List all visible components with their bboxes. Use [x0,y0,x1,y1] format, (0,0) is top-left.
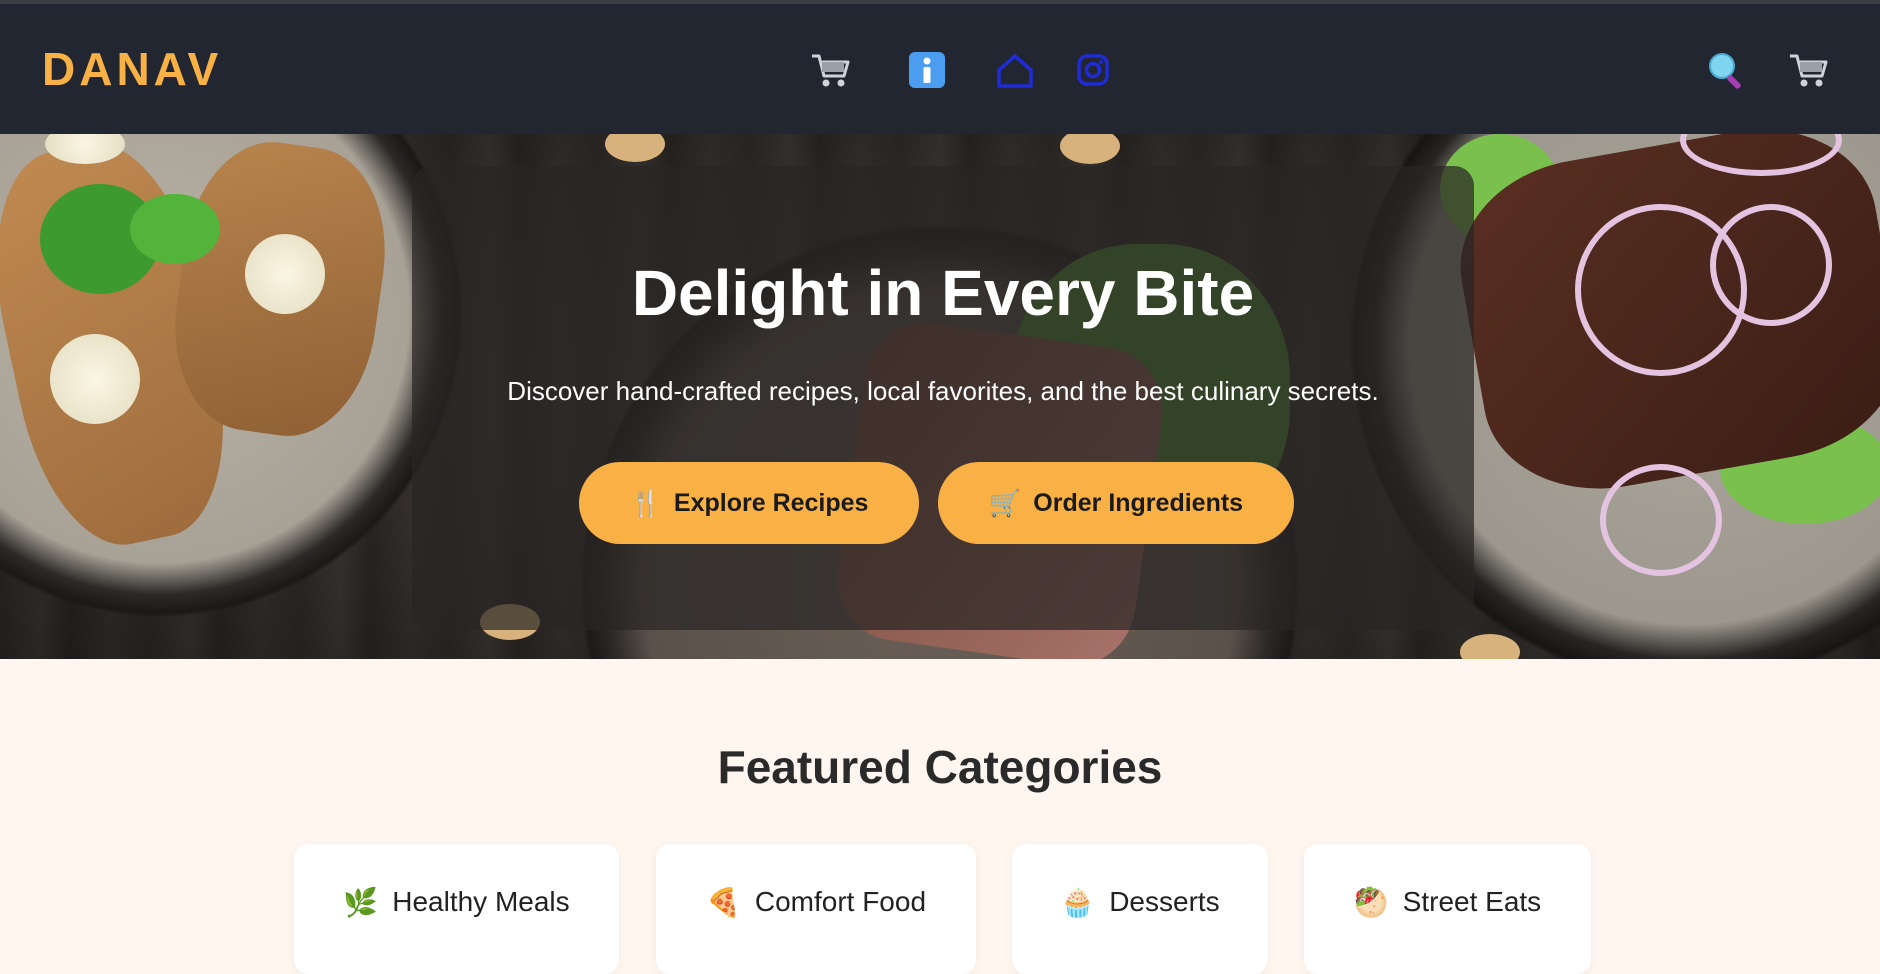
hero-onion [1600,464,1722,576]
cart-icon: 🛒 [988,487,1022,518]
instagram-icon[interactable] [1071,48,1115,92]
order-ingredients-label: Order Ingredients [1033,488,1244,517]
category-card-desserts[interactable]: 🧁 Desserts [1012,844,1268,974]
navbar: DANAV [0,4,1880,134]
category-card-healthy-meals[interactable]: 🌿 Healthy Meals [294,844,619,974]
hero-title: Delight in Every Bite [631,257,1255,329]
category-label: Healthy Meals [392,886,570,917]
category-label: Street Eats [1402,886,1542,917]
category-label: Desserts [1109,886,1220,917]
hero-panel: Delight in Every Bite Discover hand-craf… [412,166,1474,630]
hero-cream [245,234,325,314]
order-ingredients-button[interactable]: 🛒 Order Ingredients [938,462,1294,544]
cart-icon[interactable] [1786,48,1830,92]
explore-recipes-button[interactable]: 🍴 Explore Recipes [579,462,919,544]
hero-section: Delight in Every Bite Discover hand-craf… [0,134,1880,659]
herb-icon: 🌿 [343,887,379,918]
hero-cream [50,334,140,424]
cart-icon[interactable] [808,48,852,92]
info-icon[interactable] [905,48,949,92]
hero-cashew [1060,134,1120,164]
pizza-icon: 🍕 [705,887,741,918]
hero-herb [130,194,220,264]
home-icon[interactable] [993,48,1037,92]
category-card-comfort-food[interactable]: 🍕 Comfort Food [656,844,976,974]
category-card-street-eats[interactable]: 🥙 Street Eats [1304,844,1591,974]
search-icon[interactable] [1704,48,1748,92]
hero-onion [1575,204,1747,376]
hero-cashew [605,134,665,162]
flatbread-icon: 🥙 [1353,887,1389,918]
category-label: Comfort Food [754,886,927,917]
featured-categories-title: Featured Categories [717,741,1163,793]
cupcake-icon: 🧁 [1060,887,1096,918]
hero-subtitle: Discover hand-crafted recipes, local fav… [507,376,1379,406]
explore-recipes-label: Explore Recipes [673,488,869,517]
brand-logo[interactable]: DANAV [42,42,222,96]
fork-knife-icon: 🍴 [629,487,662,518]
